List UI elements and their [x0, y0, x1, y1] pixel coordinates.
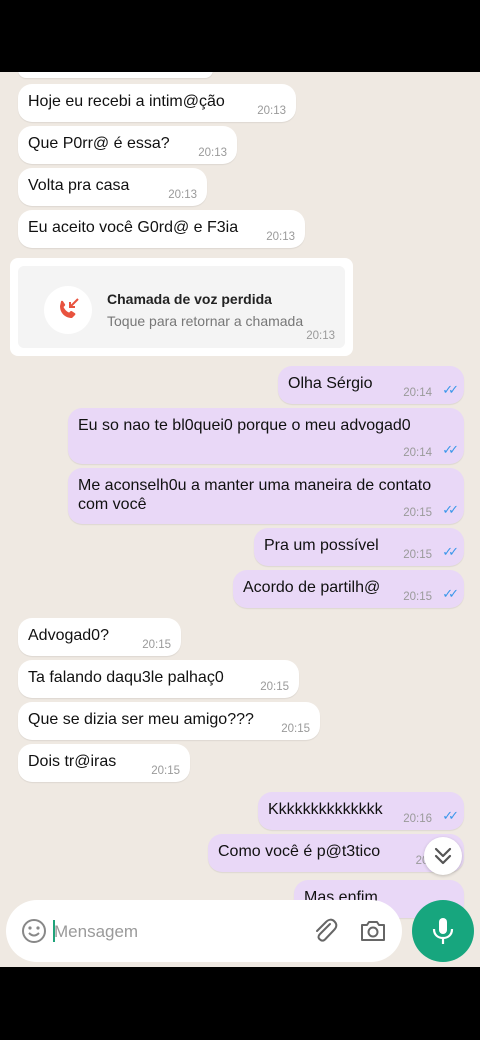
message-text: Que P0rr@ é essa? — [28, 135, 170, 152]
missed-call-icon — [44, 286, 92, 334]
message-time: 20:14 — [403, 447, 432, 459]
message-time: 20:13 — [198, 147, 227, 159]
missed-call-subtitle: Toque para retornar a chamada — [107, 313, 304, 329]
read-ticks-icon: ✓✓ — [442, 586, 459, 601]
outgoing-message[interactable]: Kkkkkkkkkkkkkk 20:16 ✓✓ — [258, 792, 464, 830]
missed-call-title: Chamada de voz perdida — [107, 291, 272, 307]
message-time: 20:15 — [403, 507, 432, 519]
mic-icon — [432, 918, 454, 944]
outgoing-message[interactable]: Acordo de partilh@ 20:15 ✓✓ — [233, 570, 464, 608]
outgoing-message[interactable]: Eu so nao te bl0quei0 porque o meu advog… — [68, 408, 464, 464]
chat-area: Hoje eu recebi a intim@ção 20:13 Que P0r… — [0, 72, 480, 967]
incoming-message[interactable]: Ta falando daqu3le palhaç0 20:15 — [18, 660, 299, 698]
paperclip-icon[interactable] — [310, 916, 340, 946]
incoming-message[interactable]: Hoje eu recebi a intim@ção 20:13 — [18, 84, 296, 122]
incoming-message[interactable]: Eu aceito você G0rd@ e F3ia 20:13 — [18, 210, 305, 248]
missed-call-inner: Chamada de voz perdida Toque para retorn… — [18, 266, 345, 348]
message-time: 20:13 — [257, 105, 286, 117]
missed-call-time: 20:13 — [306, 330, 335, 342]
camera-icon[interactable] — [358, 916, 388, 946]
message-text: Eu so nao te bl0quei0 porque o meu advog… — [78, 417, 411, 434]
message-time: 20:15 — [142, 639, 171, 651]
mic-button[interactable] — [412, 900, 474, 962]
message-time: 20:15 — [281, 723, 310, 735]
message-time: 20:13 — [266, 231, 295, 243]
message-bubble-partial[interactable] — [18, 72, 213, 78]
message-text: Eu aceito você G0rd@ e F3ia — [28, 219, 239, 236]
outgoing-message[interactable]: Olha Sérgio 20:14 ✓✓ — [278, 366, 464, 404]
message-time: 20:15 — [403, 591, 432, 603]
missed-call-card[interactable]: Chamada de voz perdida Toque para retorn… — [10, 258, 353, 356]
message-time: 20:13 — [168, 189, 197, 201]
read-ticks-icon: ✓✓ — [442, 502, 459, 517]
message-time: 20:15 — [403, 549, 432, 561]
message-input[interactable]: Mensagem — [54, 922, 138, 942]
incoming-message[interactable]: Advogad0? 20:15 — [18, 618, 181, 656]
message-time: 20:15 — [260, 681, 289, 693]
emoji-icon[interactable] — [20, 917, 48, 945]
message-text: Ta falando daqu3le palhaç0 — [28, 669, 224, 686]
incoming-message[interactable]: Que se dizia ser meu amigo??? 20:15 — [18, 702, 320, 740]
message-time: 20:14 — [403, 387, 432, 399]
message-time: 20:16 — [403, 813, 432, 825]
outgoing-message[interactable]: Me aconselh0u a manter uma maneira de co… — [68, 468, 464, 524]
chevron-double-down-icon — [434, 847, 452, 865]
message-text: Hoje eu recebi a intim@ção — [28, 93, 225, 110]
message-time: 20:15 — [151, 765, 180, 777]
message-composer[interactable]: Mensagem — [6, 900, 402, 962]
incoming-message[interactable]: Volta pra casa 20:13 — [18, 168, 207, 206]
read-ticks-icon: ✓✓ — [442, 382, 459, 397]
outgoing-message[interactable]: Pra um possível 20:15 ✓✓ — [254, 528, 464, 566]
incoming-message[interactable]: Que P0rr@ é essa? 20:13 — [18, 126, 237, 164]
read-ticks-icon: ✓✓ — [442, 442, 459, 457]
message-text: Que se dizia ser meu amigo??? — [28, 711, 254, 728]
read-ticks-icon: ✓✓ — [442, 544, 459, 559]
scroll-to-bottom-button[interactable] — [424, 837, 462, 875]
message-text: Me aconselh0u a manter uma maneira de co… — [78, 477, 432, 513]
incoming-message[interactable]: Dois tr@iras 20:15 — [18, 744, 190, 782]
read-ticks-icon: ✓✓ — [442, 808, 459, 823]
